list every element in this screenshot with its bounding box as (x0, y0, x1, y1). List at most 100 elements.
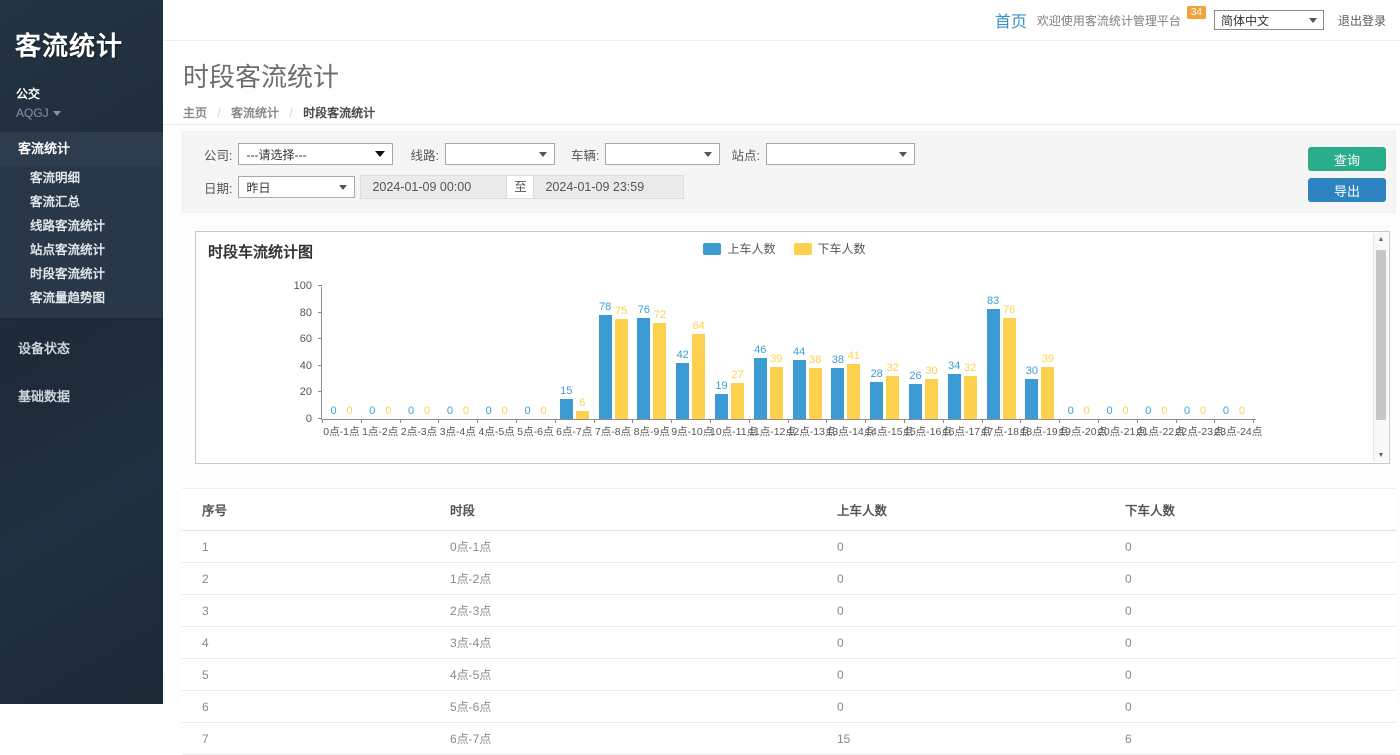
bar-value-label: 64 (685, 320, 712, 332)
line-select[interactable] (445, 143, 555, 165)
station-select[interactable] (766, 143, 915, 165)
page-title: 时段客流统计 (183, 57, 1400, 94)
legend-swatch (703, 243, 721, 255)
table-cell: 0 (817, 563, 1105, 595)
sidebar-item[interactable]: 时段客流统计 (0, 262, 163, 286)
x-axis-tick-label: 17点-18点 (982, 424, 1021, 439)
sidebar-item[interactable]: 客流明细 (0, 166, 163, 190)
chart-scrollbar[interactable]: ▲ ▼ (1373, 233, 1388, 462)
table-cell: 1点-2点 (430, 563, 817, 595)
table-cell: 4 (182, 627, 430, 659)
x-axis-tick-label: 19点-20点 (1059, 424, 1098, 439)
bar-value-label: 6 (569, 397, 596, 409)
sidebar-item[interactable]: 基础数据 (0, 380, 163, 414)
x-axis-tick (1214, 419, 1215, 423)
x-axis-tick-label: 7点-8点 (594, 424, 633, 439)
x-axis-tick-label: 2点-3点 (400, 424, 439, 439)
table-body: 10点-1点0021点-2点0032点-3点0043点-4点0054点-5点00… (182, 531, 1396, 755)
x-axis-tick-label: 23点-24点 (1214, 424, 1253, 439)
app-logo: 客流统计 (0, 0, 163, 63)
sidebar-item[interactable]: 客流量趋势图 (0, 286, 163, 310)
org-code-dropdown[interactable]: AQGJ (0, 102, 163, 132)
bar (653, 323, 666, 419)
chart-plot: 0204060801000点-1点001点-2点002点-3点003点-4点00… (321, 287, 1256, 420)
bar-value-label: 0 (1228, 405, 1255, 417)
breadcrumb-home[interactable]: 主页 (183, 106, 207, 120)
table-row[interactable]: 21点-2点00 (182, 563, 1396, 595)
bar (793, 360, 806, 419)
y-axis-tick-label: 40 (282, 360, 312, 372)
x-axis-tick-label: 12点-13点 (788, 424, 827, 439)
welcome-text: 欢迎使用客流统计管理平台 (1037, 12, 1181, 29)
vehicle-select[interactable] (605, 143, 720, 165)
bar (925, 379, 938, 419)
sidebar-item[interactable]: 线路客流统计 (0, 214, 163, 238)
scroll-down-arrow-icon[interactable]: ▼ (1374, 452, 1388, 459)
x-axis-tick (555, 419, 556, 423)
x-axis-tick-label: 14点-15点 (865, 424, 904, 439)
date-from-input[interactable]: 2024-01-09 00:00 (360, 175, 506, 199)
bar (948, 374, 961, 419)
breadcrumb: 主页 / 客流统计 / 时段客流统计 (183, 104, 1400, 121)
table-cell: 0 (817, 531, 1105, 563)
x-axis-tick (322, 419, 323, 423)
table-panel: 序号时段上车人数下车人数 10点-1点0021点-2点0032点-3点0043点… (182, 488, 1396, 755)
menu-group-passenger-stats: 客流统计 客流明细客流汇总线路客流统计站点客流统计时段客流统计客流量趋势图 (0, 132, 163, 318)
scrollbar-thumb[interactable] (1376, 250, 1386, 420)
bar (1003, 318, 1016, 419)
x-axis-tick-label: 9点-10点 (671, 424, 710, 439)
export-button[interactable]: 导出 (1308, 178, 1386, 202)
breadcrumb-section[interactable]: 客流统计 (231, 106, 279, 120)
scroll-up-arrow-icon[interactable]: ▲ (1374, 236, 1388, 243)
sidebar-item[interactable]: 设备状态 (0, 332, 163, 366)
x-axis-tick (1176, 419, 1177, 423)
chevron-down-icon (339, 185, 347, 190)
bar (599, 315, 612, 419)
logout-link[interactable]: 退出登录 (1338, 12, 1386, 29)
table-row[interactable]: 54点-5点00 (182, 659, 1396, 691)
bar-value-label: 41 (840, 350, 867, 362)
time-period-table: 序号时段上车人数下车人数 10点-1点0021点-2点0032点-3点0043点… (182, 488, 1396, 755)
bar (576, 411, 589, 419)
bar (770, 367, 783, 419)
table-header-cell: 上车人数 (817, 489, 1105, 531)
date-label: 日期: (204, 178, 232, 197)
x-axis-tick-label: 0点-1点 (322, 424, 361, 439)
language-select[interactable]: 简体中文 (1214, 10, 1324, 30)
table-row[interactable]: 65点-6点00 (182, 691, 1396, 723)
legend-swatch (794, 243, 812, 255)
query-button[interactable]: 查询 (1308, 147, 1386, 171)
bar (909, 384, 922, 419)
x-axis-tick-label: 16点-17点 (943, 424, 982, 439)
x-axis-tick-label: 15点-16点 (904, 424, 943, 439)
table-row[interactable]: 32点-3点00 (182, 595, 1396, 627)
filter-panel: 公司: ---请选择--- 线路: 车辆: 站点: 日期: 昨日 2024-01… (182, 131, 1396, 213)
bar (1025, 379, 1038, 419)
x-axis-tick (710, 419, 711, 423)
page-head: 时段客流统计 主页 / 客流统计 / 时段客流统计 (163, 41, 1400, 125)
chevron-down-icon (53, 111, 61, 116)
sidebar-item[interactable]: 站点客流统计 (0, 238, 163, 262)
table-row[interactable]: 43点-4点00 (182, 627, 1396, 659)
x-axis-tick-label: 4点-5点 (477, 424, 516, 439)
topbar: 首页 欢迎使用客流统计管理平台 34 简体中文 退出登录 (163, 0, 1400, 41)
table-cell: 3 (182, 595, 430, 627)
home-link[interactable]: 首页 (995, 8, 1027, 32)
company-select[interactable]: ---请选择--- (238, 143, 393, 165)
bar (831, 368, 844, 419)
sidebar-item-passenger-stats[interactable]: 客流统计 (0, 132, 163, 166)
chevron-down-icon (1309, 18, 1317, 23)
main-area: 首页 欢迎使用客流统计管理平台 34 简体中文 退出登录 时段客流统计 主页 /… (163, 0, 1400, 704)
bar-value-label: 76 (996, 304, 1023, 316)
notification-badge[interactable]: 34 (1187, 6, 1206, 19)
bar (1041, 367, 1054, 419)
table-row[interactable]: 10点-1点00 (182, 531, 1396, 563)
sidebar-item[interactable]: 客流汇总 (0, 190, 163, 214)
table-cell: 0 (1105, 691, 1396, 723)
table-row[interactable]: 76点-7点156 (182, 723, 1396, 755)
y-axis-tick-label: 0 (282, 413, 312, 425)
date-to-input[interactable]: 2024-01-09 23:59 (534, 175, 684, 199)
x-axis-tick-label: 5点-6点 (516, 424, 555, 439)
table-cell: 1 (182, 531, 430, 563)
date-preset-select[interactable]: 昨日 (238, 176, 355, 198)
